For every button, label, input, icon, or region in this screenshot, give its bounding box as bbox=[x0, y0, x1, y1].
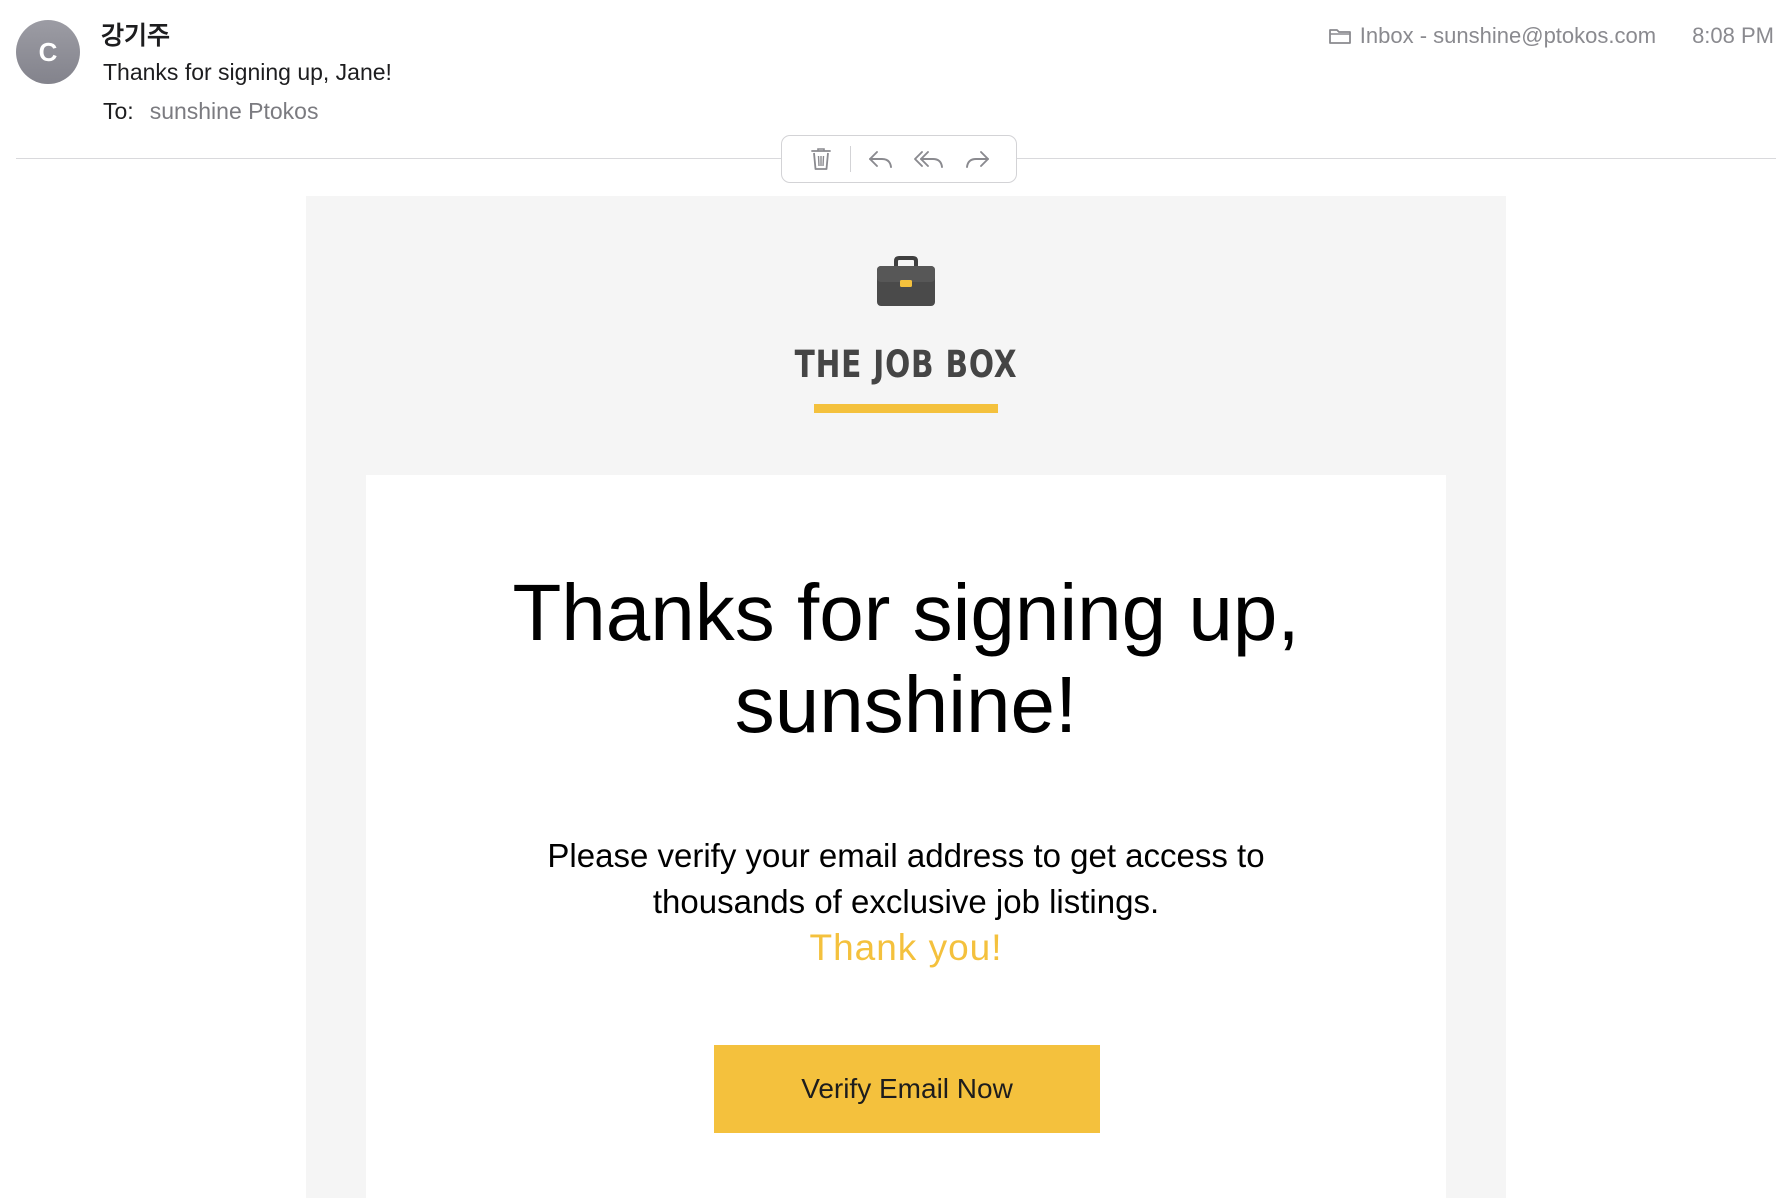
email-body-text: Please verify your email address to get … bbox=[366, 833, 1446, 925]
brand-logo-text: THE JOB BOX bbox=[794, 343, 1018, 386]
briefcase-icon bbox=[874, 254, 938, 315]
email-subject: Thanks for signing up, Jane! bbox=[103, 59, 392, 85]
reply-icon[interactable] bbox=[860, 141, 900, 177]
body-line-1: Please verify your email address to get … bbox=[547, 837, 1265, 874]
mailbox-label[interactable]: Inbox - sunshine@ptokos.com bbox=[1360, 23, 1656, 49]
folder-icon bbox=[1328, 26, 1352, 46]
thank-you-text: Thank you! bbox=[809, 927, 1003, 968]
email-headline: Thanks for signing up, sunshine! bbox=[366, 567, 1446, 751]
sender-avatar: C bbox=[16, 20, 80, 84]
sender-name: 강기주 bbox=[101, 21, 171, 50]
forward-icon[interactable] bbox=[958, 141, 998, 177]
to-label: To: bbox=[103, 98, 134, 124]
verify-email-button-label: Verify Email Now bbox=[801, 1073, 1013, 1104]
trash-icon[interactable] bbox=[801, 141, 841, 177]
verify-email-button[interactable]: Verify Email Now bbox=[714, 1045, 1100, 1133]
mail-window: C 강기주 Thanks for signing up, Jane! To: s… bbox=[0, 0, 1792, 1198]
headline-line-2: sunshine! bbox=[734, 660, 1078, 749]
message-toolbar bbox=[781, 135, 1017, 183]
logo-underline bbox=[814, 404, 998, 413]
toolbar-separator bbox=[849, 146, 851, 172]
recipient-name[interactable]: sunshine Ptokos bbox=[150, 98, 319, 125]
recipient-row: To: sunshine Ptokos bbox=[103, 98, 318, 125]
body-line-2: thousands of exclusive job listings. bbox=[652, 883, 1160, 920]
headline-line-1: Thanks for signing up, bbox=[512, 568, 1300, 657]
reply-all-icon[interactable] bbox=[909, 141, 949, 177]
avatar-initial: C bbox=[38, 36, 58, 67]
email-content: THE JOB BOX Thanks for signing up, sunsh… bbox=[306, 196, 1506, 1198]
message-meta: Inbox - sunshine@ptokos.com 8:08 PM bbox=[1328, 23, 1774, 49]
email-card: Thanks for signing up, sunshine! Please … bbox=[366, 475, 1446, 1198]
received-time: 8:08 PM bbox=[1692, 23, 1774, 48]
